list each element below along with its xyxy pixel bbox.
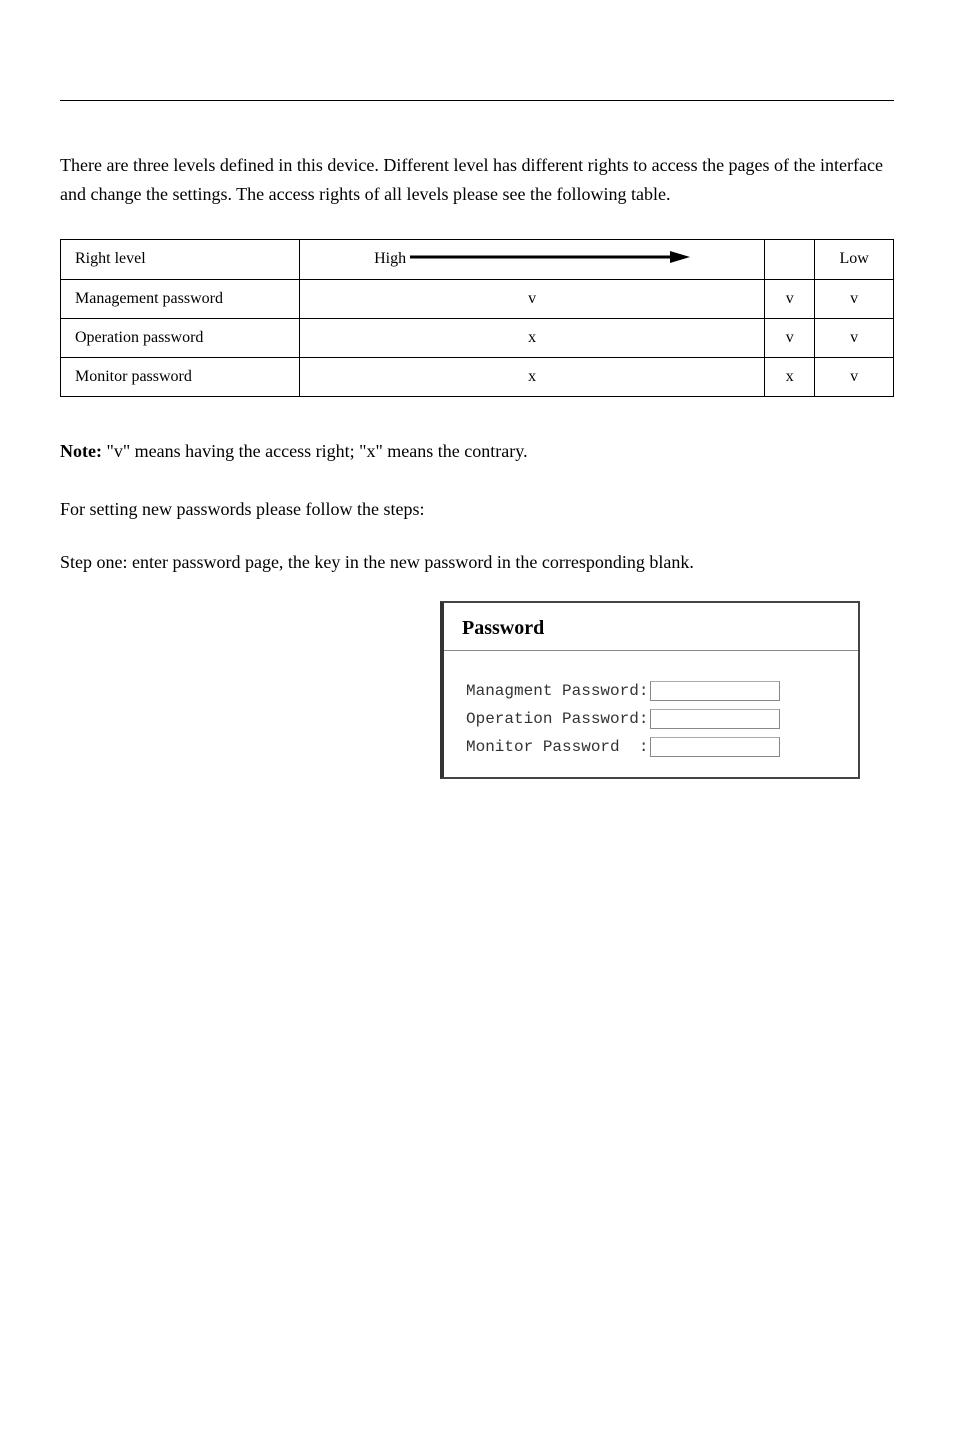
header-rule (60, 100, 894, 101)
cell: v (765, 279, 815, 318)
row-label: Monitor password (61, 357, 300, 396)
monitor-password-row: Monitor Password : (466, 737, 840, 757)
header-mid (765, 239, 815, 279)
monitor-password-input[interactable] (650, 737, 780, 757)
cell: v (815, 318, 894, 357)
note-paragraph: Note: "v" means having the access right;… (60, 437, 894, 466)
operation-password-label: Operation Password: (466, 710, 648, 728)
table-row: Monitor password x x v (61, 357, 894, 396)
cell: v (815, 357, 894, 396)
password-dialog-body: Managment Password: Operation Password: … (444, 651, 858, 777)
cell: v (765, 318, 815, 357)
arrow-icon (410, 250, 690, 269)
row-label: Operation password (61, 318, 300, 357)
cell: x (299, 318, 765, 357)
operation-password-row: Operation Password: (466, 709, 840, 729)
header-high: High (299, 239, 765, 279)
steps-intro: For setting new passwords please follow … (60, 495, 894, 524)
password-dialog: Password Managment Password: Operation P… (440, 601, 860, 779)
operation-password-input[interactable] (650, 709, 780, 729)
monitor-password-label: Monitor Password : (466, 738, 648, 756)
permissions-table: Right level High Low Management password… (60, 239, 894, 397)
intro-paragraph: There are three levels defined in this d… (60, 151, 894, 209)
management-password-input[interactable] (650, 681, 780, 701)
header-low: Low (815, 239, 894, 279)
table-row: Management password v v v (61, 279, 894, 318)
header-right-level: Right level (61, 239, 300, 279)
note-text: "v" means having the access right; "x" m… (102, 441, 528, 461)
note-label: Note: (60, 441, 102, 461)
table-row: Operation password x v v (61, 318, 894, 357)
table-header-row: Right level High Low (61, 239, 894, 279)
password-dialog-title: Password (444, 603, 858, 651)
cell: v (299, 279, 765, 318)
cell: x (765, 357, 815, 396)
row-label: Management password (61, 279, 300, 318)
management-password-row: Managment Password: (466, 681, 840, 701)
step-one: Step one: enter password page, the key i… (60, 548, 894, 577)
cell: v (815, 279, 894, 318)
cell: x (299, 357, 765, 396)
management-password-label: Managment Password: (466, 682, 648, 700)
